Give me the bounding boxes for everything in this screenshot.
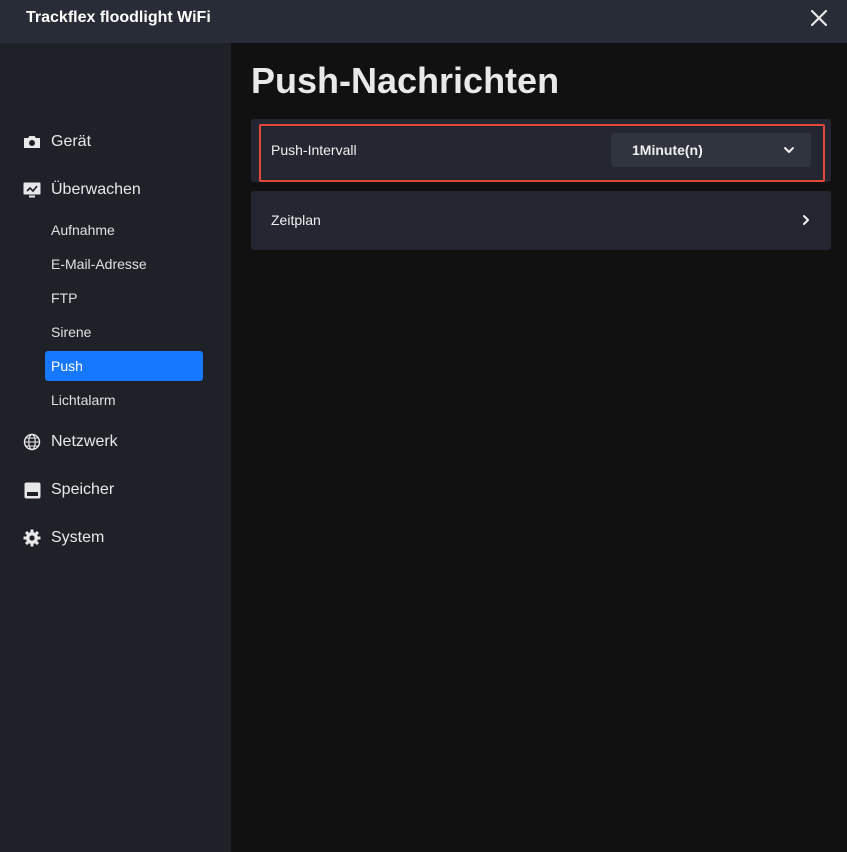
push-interval-select[interactable]: 1Minute(n) [611,133,811,167]
title-bar: Trackflex floodlight WiFi [0,0,847,43]
close-button[interactable] [807,6,831,30]
chevron-right-icon [803,215,809,225]
sidebar-subitem-lichtalarm[interactable]: Lichtalarm [45,385,203,415]
page-title: Push-Nachrichten [251,60,560,101]
chevron-down-icon [784,147,794,153]
sidebar-item-system[interactable]: System [23,526,104,550]
storage-icon [23,481,41,499]
monitor-icon [23,181,41,199]
sidebar-subitem-email[interactable]: E-Mail-Adresse [45,249,203,279]
sidebar-subitem-ftp[interactable]: FTP [45,283,203,313]
push-interval-label: Push-Intervall [271,142,357,158]
sidebar-subitem-push[interactable]: Push [45,351,203,381]
schedule-label: Zeitplan [271,212,321,228]
app-title: Trackflex floodlight WiFi [26,9,211,26]
push-interval-card: Push-Intervall 1Minute(n) [251,119,831,182]
close-icon [810,9,828,27]
main-content: Push-Nachrichten Push-Intervall 1Minute(… [231,43,847,852]
sidebar: Gerät Überwachen Aufnahme E-Mail-Adresse… [0,43,231,852]
sidebar-item-ueberwachen[interactable]: Überwachen [23,178,141,202]
globe-icon [23,433,41,451]
sidebar-subitem-aufnahme[interactable]: Aufnahme [45,215,203,245]
gear-icon [23,529,41,547]
sidebar-item-speicher[interactable]: Speicher [23,478,114,502]
sidebar-item-label: Gerät [51,133,92,150]
sidebar-item-label: Speicher [51,481,115,498]
sidebar-item-netzwerk[interactable]: Netzwerk [23,430,118,454]
sidebar-item-label: Überwachen [51,181,141,198]
push-interval-value: 1Minute(n) [632,142,703,158]
camera-icon [23,133,41,151]
sidebar-subitem-sirene[interactable]: Sirene [45,317,203,347]
sidebar-item-label: System [51,529,105,546]
schedule-row[interactable]: Zeitplan [251,191,831,250]
sidebar-item-label: Netzwerk [51,433,118,450]
sidebar-item-geraet[interactable]: Gerät [23,130,91,154]
